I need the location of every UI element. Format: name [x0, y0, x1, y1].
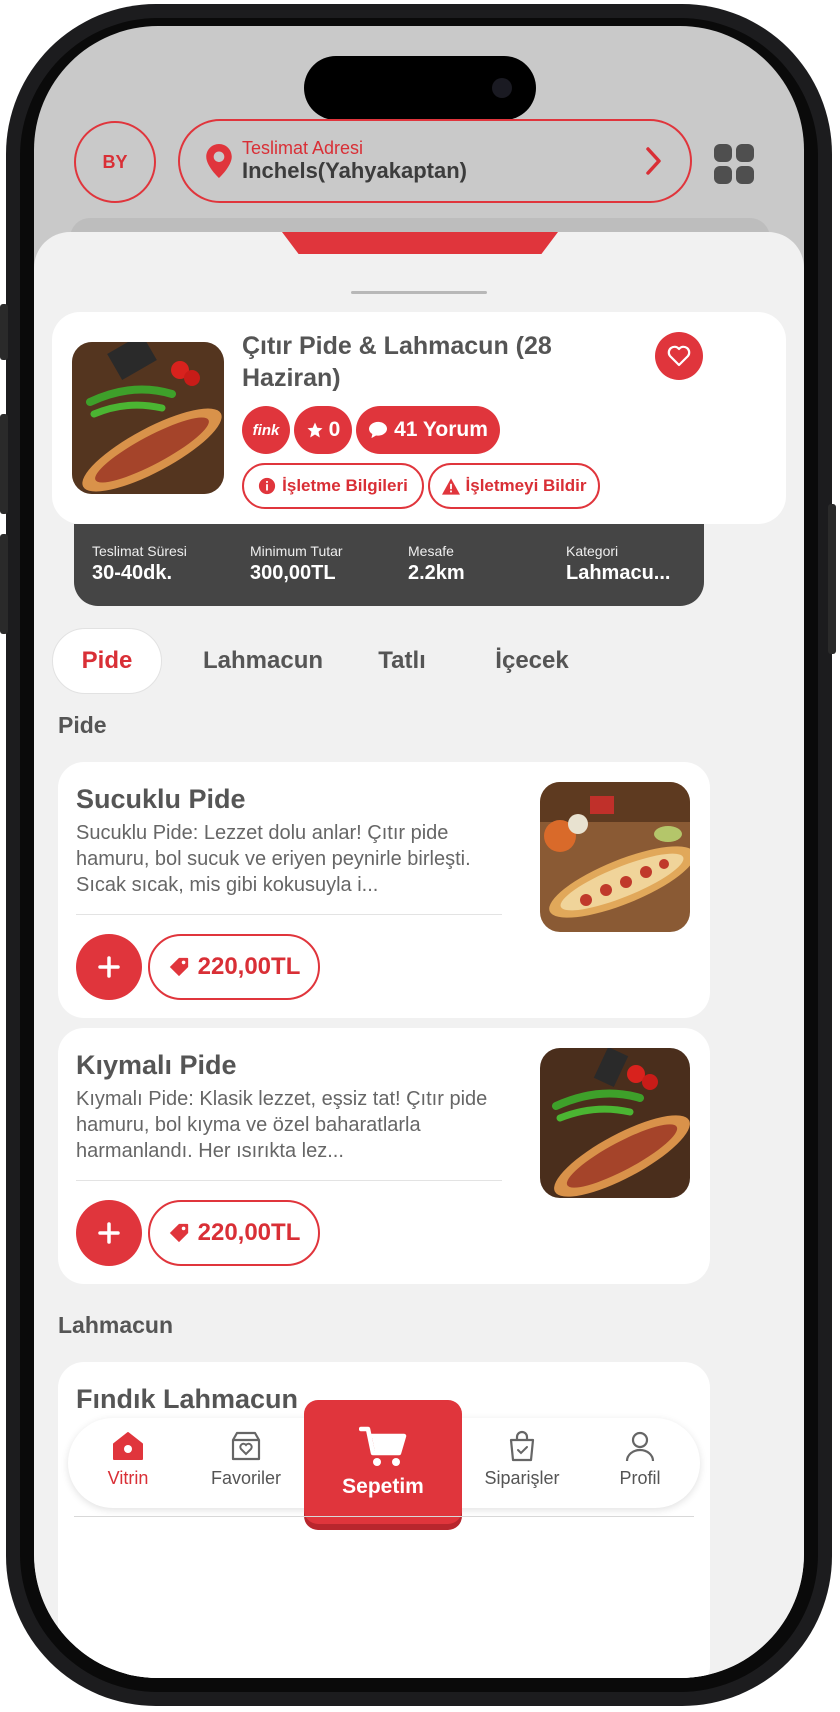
minimum-amount-info: Minimum Tutar 300,00TL: [250, 542, 343, 586]
reviews-button[interactable]: 41 Yorum: [356, 406, 500, 454]
nav-orders-label: Siparişler: [484, 1468, 560, 1488]
nav-favorites-label: Favoriler: [210, 1468, 281, 1488]
info-icon: [259, 477, 276, 495]
distance-info: Mesafe 2.2km: [408, 542, 465, 586]
product-image: [540, 1048, 690, 1198]
address-label: Teslimat Adresi: [242, 138, 364, 158]
price-tag-icon: [169, 1223, 188, 1243]
info-value: Lahmacu...: [566, 562, 671, 584]
comment-icon: [369, 421, 388, 439]
product-card[interactable]: Kıymalı Pide Kıymalı Pide: Klasik lezzet…: [58, 1028, 710, 1284]
section-title-pide: Pide: [58, 712, 107, 738]
tab-lahmacun[interactable]: Lahmacun: [188, 628, 338, 694]
shopping-cart-icon: [359, 1426, 407, 1466]
user-icon: [625, 1431, 655, 1462]
volume-down-button: [0, 534, 8, 634]
business-info-button[interactable]: İşletme Bilgileri: [242, 463, 424, 509]
camera-icon: [492, 78, 512, 98]
cart-label: Sepetim: [342, 1475, 424, 1498]
price-tag-button[interactable]: 220,00TL: [148, 1200, 320, 1266]
address-value: Inchels(Yahyakaptan): [242, 158, 467, 183]
report-business-label: İşletmeyi Bildir: [465, 476, 587, 495]
info-key: Kategori: [566, 543, 619, 559]
app-screen: BY Teslimat Adresi Inchels(Yahyakaptan) …: [34, 26, 804, 1678]
info-key: Mesafe: [408, 543, 454, 559]
product-description: Sucuklu Pide: Lezzet dolu anlar! Çıtır p…: [76, 822, 471, 896]
add-to-cart-button[interactable]: [76, 934, 142, 1000]
warning-icon: [441, 477, 460, 495]
location-pin-icon: [206, 144, 232, 178]
user-avatar[interactable]: BY: [74, 121, 156, 203]
nav-orders[interactable]: Siparişler: [472, 1430, 572, 1489]
restaurant-info-bar: Teslimat Süresi 30-40dk. Minimum Tutar 3…: [74, 524, 704, 606]
product-card[interactable]: Sucuklu Pide Sucuklu Pide: Lezzet dolu a…: [58, 762, 710, 1018]
product-price: 220,00TL: [197, 953, 301, 980]
star-icon: [307, 422, 323, 438]
sheet-drag-handle[interactable]: [351, 291, 487, 294]
volume-up-button: [0, 414, 8, 514]
product-description: Kıymalı Pide: Klasik lezzet, eşsiz tat! …: [76, 1088, 488, 1162]
rating-value: 0: [328, 418, 341, 441]
info-value: 2.2km: [408, 562, 465, 584]
dynamic-island: [304, 56, 536, 120]
mute-switch: [0, 304, 8, 360]
delivery-address-selector[interactable]: Teslimat Adresi Inchels(Yahyakaptan): [178, 119, 692, 203]
category-tabs: Pide Lahmacun Tatlı İçecek: [52, 628, 792, 694]
info-key: Teslimat Süresi: [92, 543, 187, 559]
restaurant-image: [72, 342, 224, 494]
restaurant-name: Çıtır Pide & Lahmacun (28 Haziran): [242, 332, 552, 392]
cart-button[interactable]: Sepetim: [304, 1400, 462, 1524]
shopping-bag-icon: [509, 1430, 535, 1462]
fink-label: fink: [252, 421, 280, 439]
tab-pide[interactable]: Pide: [52, 628, 162, 694]
product-price: 220,00TL: [197, 1219, 301, 1246]
product-image: [540, 782, 690, 932]
divider: [74, 1516, 694, 1517]
info-value: 30-40dk.: [92, 562, 173, 584]
heart-icon: [667, 345, 691, 367]
nav-profile[interactable]: Profil: [590, 1430, 690, 1489]
info-value: 300,00TL: [250, 562, 336, 584]
chevron-right-icon: [646, 147, 661, 175]
info-key: Minimum Tutar: [250, 543, 343, 559]
nav-profile-label: Profil: [619, 1468, 661, 1488]
product-name: Kıymalı Pide: [76, 1050, 237, 1080]
add-to-cart-button[interactable]: [76, 1200, 142, 1266]
section-title-lahmacun: Lahmacun: [58, 1312, 174, 1338]
avatar-initials: BY: [102, 151, 128, 172]
sheet-accent-tab: [282, 232, 558, 254]
delivery-time-info: Teslimat Süresi 30-40dk.: [92, 542, 187, 586]
menu-grid-icon[interactable]: [714, 144, 754, 184]
product-name: Sucuklu Pide: [76, 784, 246, 814]
category-info: Kategori Lahmacu...: [566, 542, 670, 586]
price-tag-button[interactable]: 220,00TL: [148, 934, 320, 1000]
tab-icecek[interactable]: İçecek: [472, 628, 592, 694]
rating-badge[interactable]: 0: [294, 406, 352, 454]
nav-favorites[interactable]: Favoriler: [196, 1430, 296, 1489]
tab-tatli[interactable]: Tatlı: [362, 628, 442, 694]
plus-icon: [98, 1222, 120, 1244]
fink-badge: fink: [242, 406, 290, 454]
divider: [76, 914, 502, 915]
business-info-label: İşletme Bilgileri: [282, 476, 408, 495]
price-tag-icon: [169, 957, 188, 977]
favorite-button[interactable]: [655, 332, 703, 380]
reviews-count: 41 Yorum: [394, 418, 488, 441]
nav-home-label: Vitrin: [107, 1468, 149, 1488]
home-icon: [113, 1432, 143, 1460]
product-name: Fındık Lahmacun: [76, 1384, 299, 1414]
power-button: [828, 504, 836, 654]
store-heart-icon: [231, 1431, 261, 1461]
report-business-button[interactable]: İşletmeyi Bildir: [428, 463, 600, 509]
plus-icon: [98, 956, 120, 978]
divider: [76, 1180, 502, 1181]
nav-home[interactable]: Vitrin: [78, 1430, 178, 1489]
